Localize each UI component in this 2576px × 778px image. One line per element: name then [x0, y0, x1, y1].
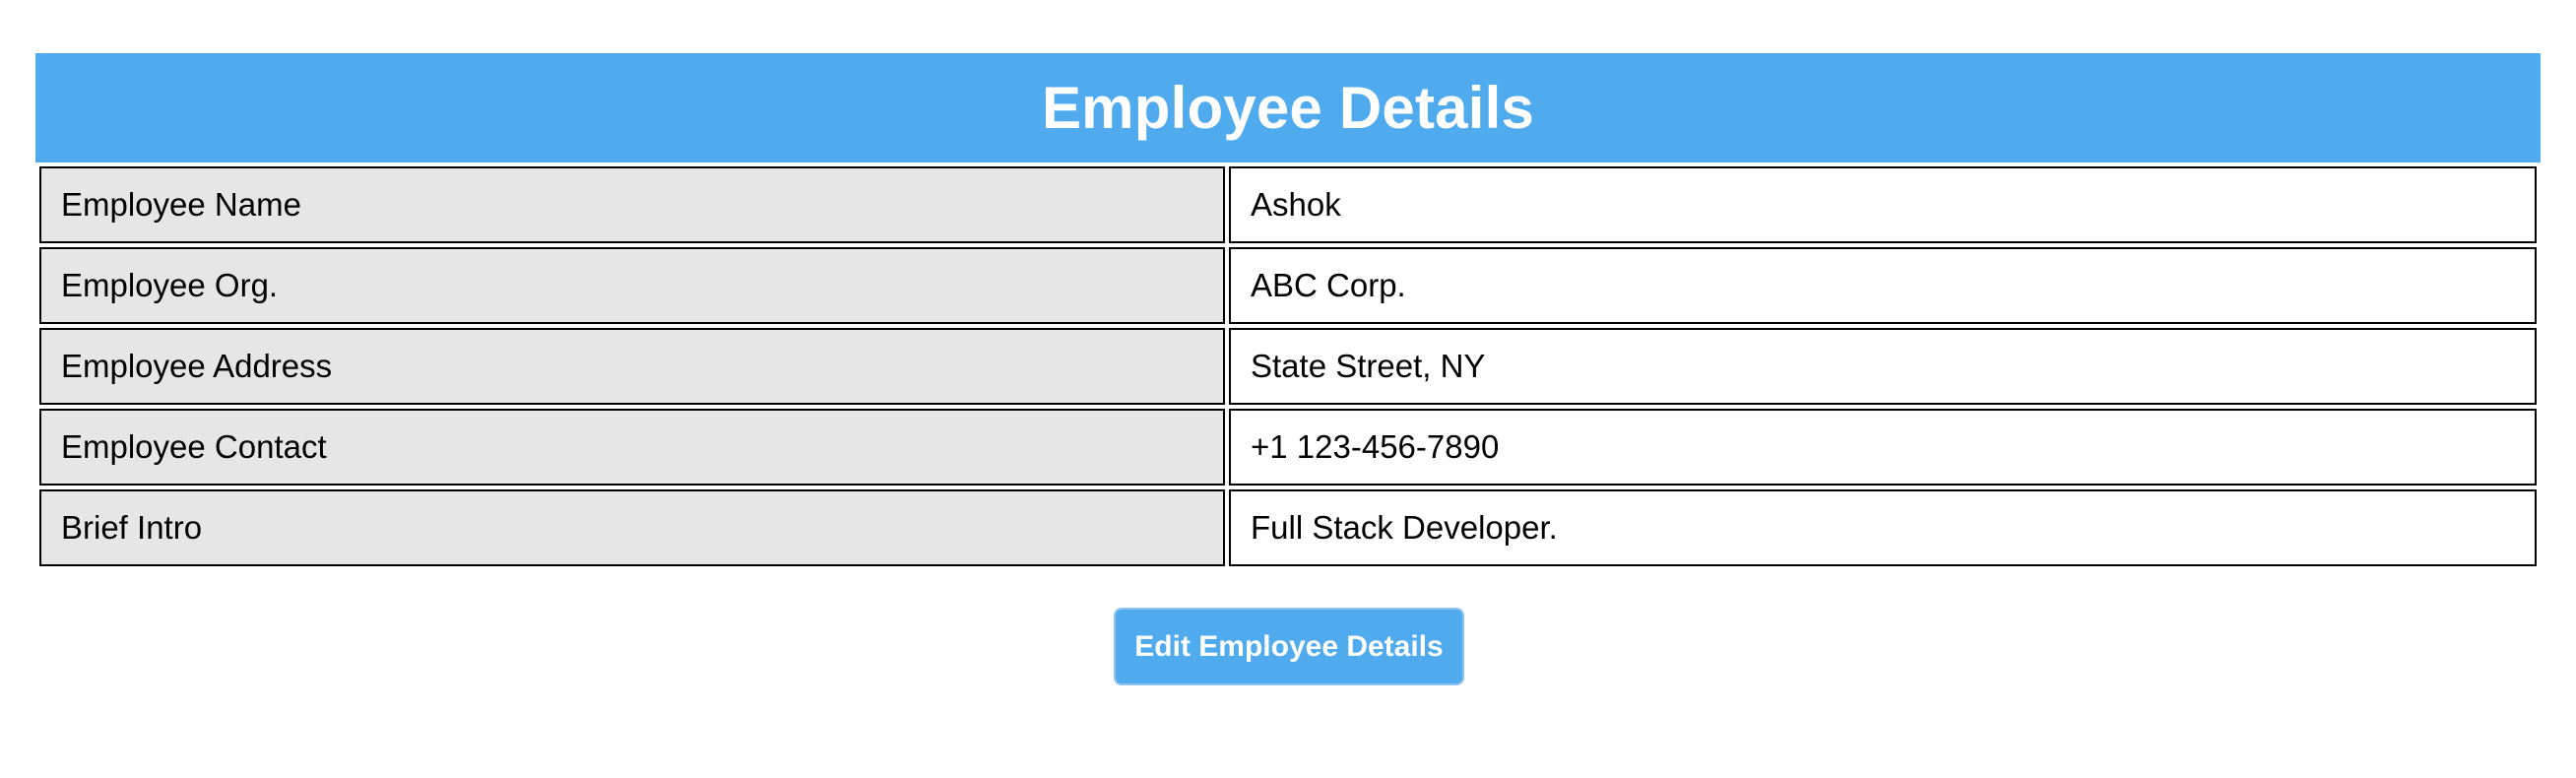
table-row: Employee Org. ABC Corp. — [39, 247, 2537, 324]
employee-name-label: Employee Name — [39, 166, 1225, 243]
employee-details-page: Employee Details Employee Name Ashok Emp… — [0, 0, 2576, 778]
brief-intro-value: Full Stack Developer. — [1229, 489, 2537, 566]
table-row: Brief Intro Full Stack Developer. — [39, 489, 2537, 566]
employee-org-label: Employee Org. — [39, 247, 1225, 324]
page-header: Employee Details — [35, 53, 2541, 162]
table-row: Employee Address State Street, NY — [39, 328, 2537, 405]
employee-address-value: State Street, NY — [1229, 328, 2537, 405]
table-row: Employee Name Ashok — [39, 166, 2537, 243]
brief-intro-label: Brief Intro — [39, 489, 1225, 566]
employee-details-table: Employee Name Ashok Employee Org. ABC Co… — [35, 162, 2541, 570]
employee-contact-label: Employee Contact — [39, 409, 1225, 486]
table-row: Employee Contact +1 123-456-7890 — [39, 409, 2537, 486]
employee-contact-value: +1 123-456-7890 — [1229, 409, 2537, 486]
page-title: Employee Details — [1041, 75, 1535, 141]
edit-employee-details-button[interactable]: Edit Employee Details — [1114, 608, 1464, 685]
employee-address-label: Employee Address — [39, 328, 1225, 405]
employee-org-value: ABC Corp. — [1229, 247, 2537, 324]
employee-name-value: Ashok — [1229, 166, 2537, 243]
